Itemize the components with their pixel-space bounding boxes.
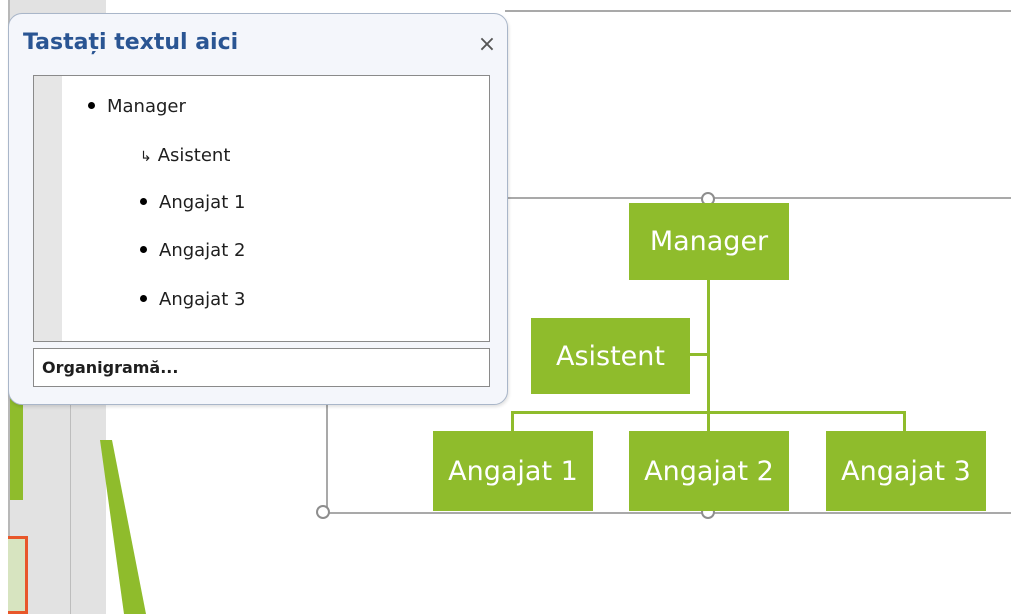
- org-node-employee-3[interactable]: Angajat 3: [826, 431, 986, 511]
- list-item-label: Manager: [107, 96, 186, 117]
- list-item-label: Angajat 2: [159, 240, 246, 261]
- org-node-employee-2[interactable]: Angajat 2: [629, 431, 789, 511]
- list-item-employee-3[interactable]: Angajat 3: [140, 289, 245, 310]
- bullet-icon: [88, 101, 95, 109]
- slide-accent-triangle: [100, 440, 146, 614]
- bullet-icon: [140, 197, 147, 205]
- org-node-manager[interactable]: Manager: [629, 203, 789, 280]
- slide-divider: [70, 400, 71, 614]
- resize-handle-bottom-left-icon[interactable]: [316, 505, 330, 519]
- org-node-employee-1[interactable]: Angajat 1: [433, 431, 593, 511]
- connector-employee-3: [903, 411, 906, 431]
- list-item-assistant[interactable]: ↳ Asistent: [140, 145, 230, 166]
- connector-employees-bar: [511, 411, 906, 414]
- slide-top-border: [505, 10, 1011, 12]
- text-pane-title: Tastați textul aici: [23, 30, 239, 55]
- list-item-employee-1[interactable]: Angajat 1: [140, 192, 245, 213]
- list-item-label: Asistent: [157, 145, 231, 166]
- bullet-icon: [140, 245, 147, 253]
- slide-accent-shape: [10, 398, 23, 500]
- text-pane-gutter: [34, 76, 62, 341]
- connector-employee-1: [511, 411, 514, 431]
- text-pane: Tastați textul aici × Manager ↳ Asistent …: [8, 13, 508, 405]
- selection-frame-bottom: [326, 512, 1011, 514]
- connector-assistant: [690, 353, 708, 356]
- list-item-manager[interactable]: Manager: [88, 96, 186, 117]
- list-item-label: Angajat 1: [159, 192, 246, 213]
- bullet-icon: [140, 294, 147, 302]
- text-pane-editor[interactable]: Manager ↳ Asistent Angajat 1 Angajat 2 An…: [33, 75, 490, 342]
- selection-frame-left: [326, 400, 328, 514]
- slide-thumbnail-selected[interactable]: [8, 536, 28, 614]
- org-node-assistant[interactable]: Asistent: [531, 318, 690, 394]
- layout-name-link[interactable]: Organigramă...: [33, 348, 490, 387]
- close-icon[interactable]: ×: [475, 34, 499, 58]
- selection-frame-top: [505, 197, 1011, 199]
- list-item-label: Angajat 3: [159, 289, 246, 310]
- list-item-employee-2[interactable]: Angajat 2: [140, 240, 245, 261]
- assistant-arrow-icon: ↳: [140, 149, 152, 165]
